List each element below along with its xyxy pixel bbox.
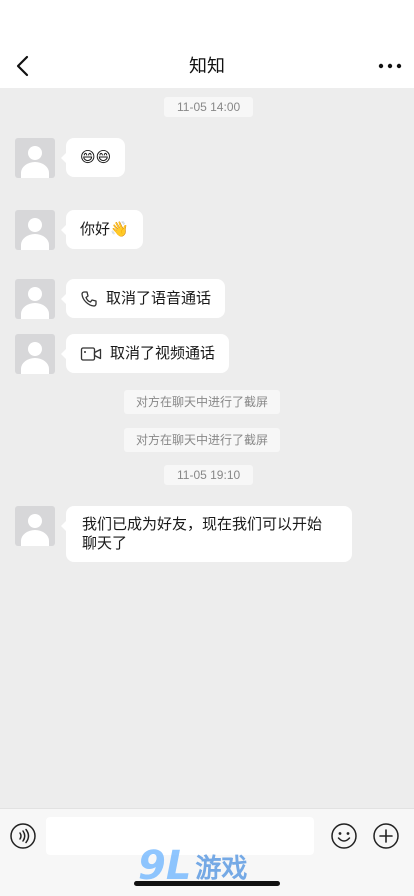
avatar[interactable] bbox=[15, 210, 55, 250]
message-bubble-emoji[interactable]: 😄😄 bbox=[60, 138, 126, 177]
status-bar bbox=[0, 0, 414, 44]
video-camera-icon bbox=[80, 346, 102, 361]
nav-bar: 知知 bbox=[0, 44, 414, 88]
more-dots-icon bbox=[378, 63, 402, 69]
chevron-left-icon bbox=[16, 55, 29, 77]
message-input[interactable] bbox=[46, 817, 314, 855]
emoji-button[interactable] bbox=[330, 822, 358, 850]
back-button[interactable] bbox=[8, 50, 40, 82]
avatar[interactable] bbox=[15, 279, 55, 319]
system-notice: 对方在聊天中进行了截屏 bbox=[124, 428, 281, 452]
call-label: 取消了语音通话 bbox=[106, 290, 212, 307]
system-notice: 对方在聊天中进行了截屏 bbox=[124, 390, 281, 414]
message-bubble-friends[interactable]: 我们已成为好友，现在我们可以开始聊天了 bbox=[61, 506, 352, 562]
more-button[interactable] bbox=[374, 50, 406, 82]
message-bubble-video-call[interactable]: 取消了视频通话 bbox=[60, 334, 230, 373]
avatar[interactable] bbox=[15, 138, 55, 178]
message-bubble-hello[interactable]: 你好👋 bbox=[61, 210, 143, 249]
home-indicator[interactable] bbox=[134, 881, 280, 886]
emoji-icon bbox=[331, 823, 357, 849]
avatar[interactable] bbox=[15, 334, 55, 374]
voice-icon bbox=[10, 823, 36, 849]
phone-icon bbox=[81, 290, 97, 307]
avatar[interactable] bbox=[15, 506, 55, 546]
message-bubble-voice-call[interactable]: 取消了语音通话 bbox=[60, 279, 226, 318]
call-label: 取消了视频通话 bbox=[110, 345, 216, 362]
chat-area[interactable]: 11-05 14:00 😄😄 你好👋 取消了语音通话 取消了视频通话 对方在聊天… bbox=[0, 88, 414, 808]
timestamp: 11-05 19:10 bbox=[164, 465, 254, 485]
add-button[interactable] bbox=[372, 822, 400, 850]
voice-button[interactable] bbox=[9, 822, 37, 850]
timestamp: 11-05 14:00 bbox=[164, 97, 254, 117]
page-title: 知知 bbox=[189, 56, 225, 76]
plus-circle-icon bbox=[373, 823, 399, 849]
